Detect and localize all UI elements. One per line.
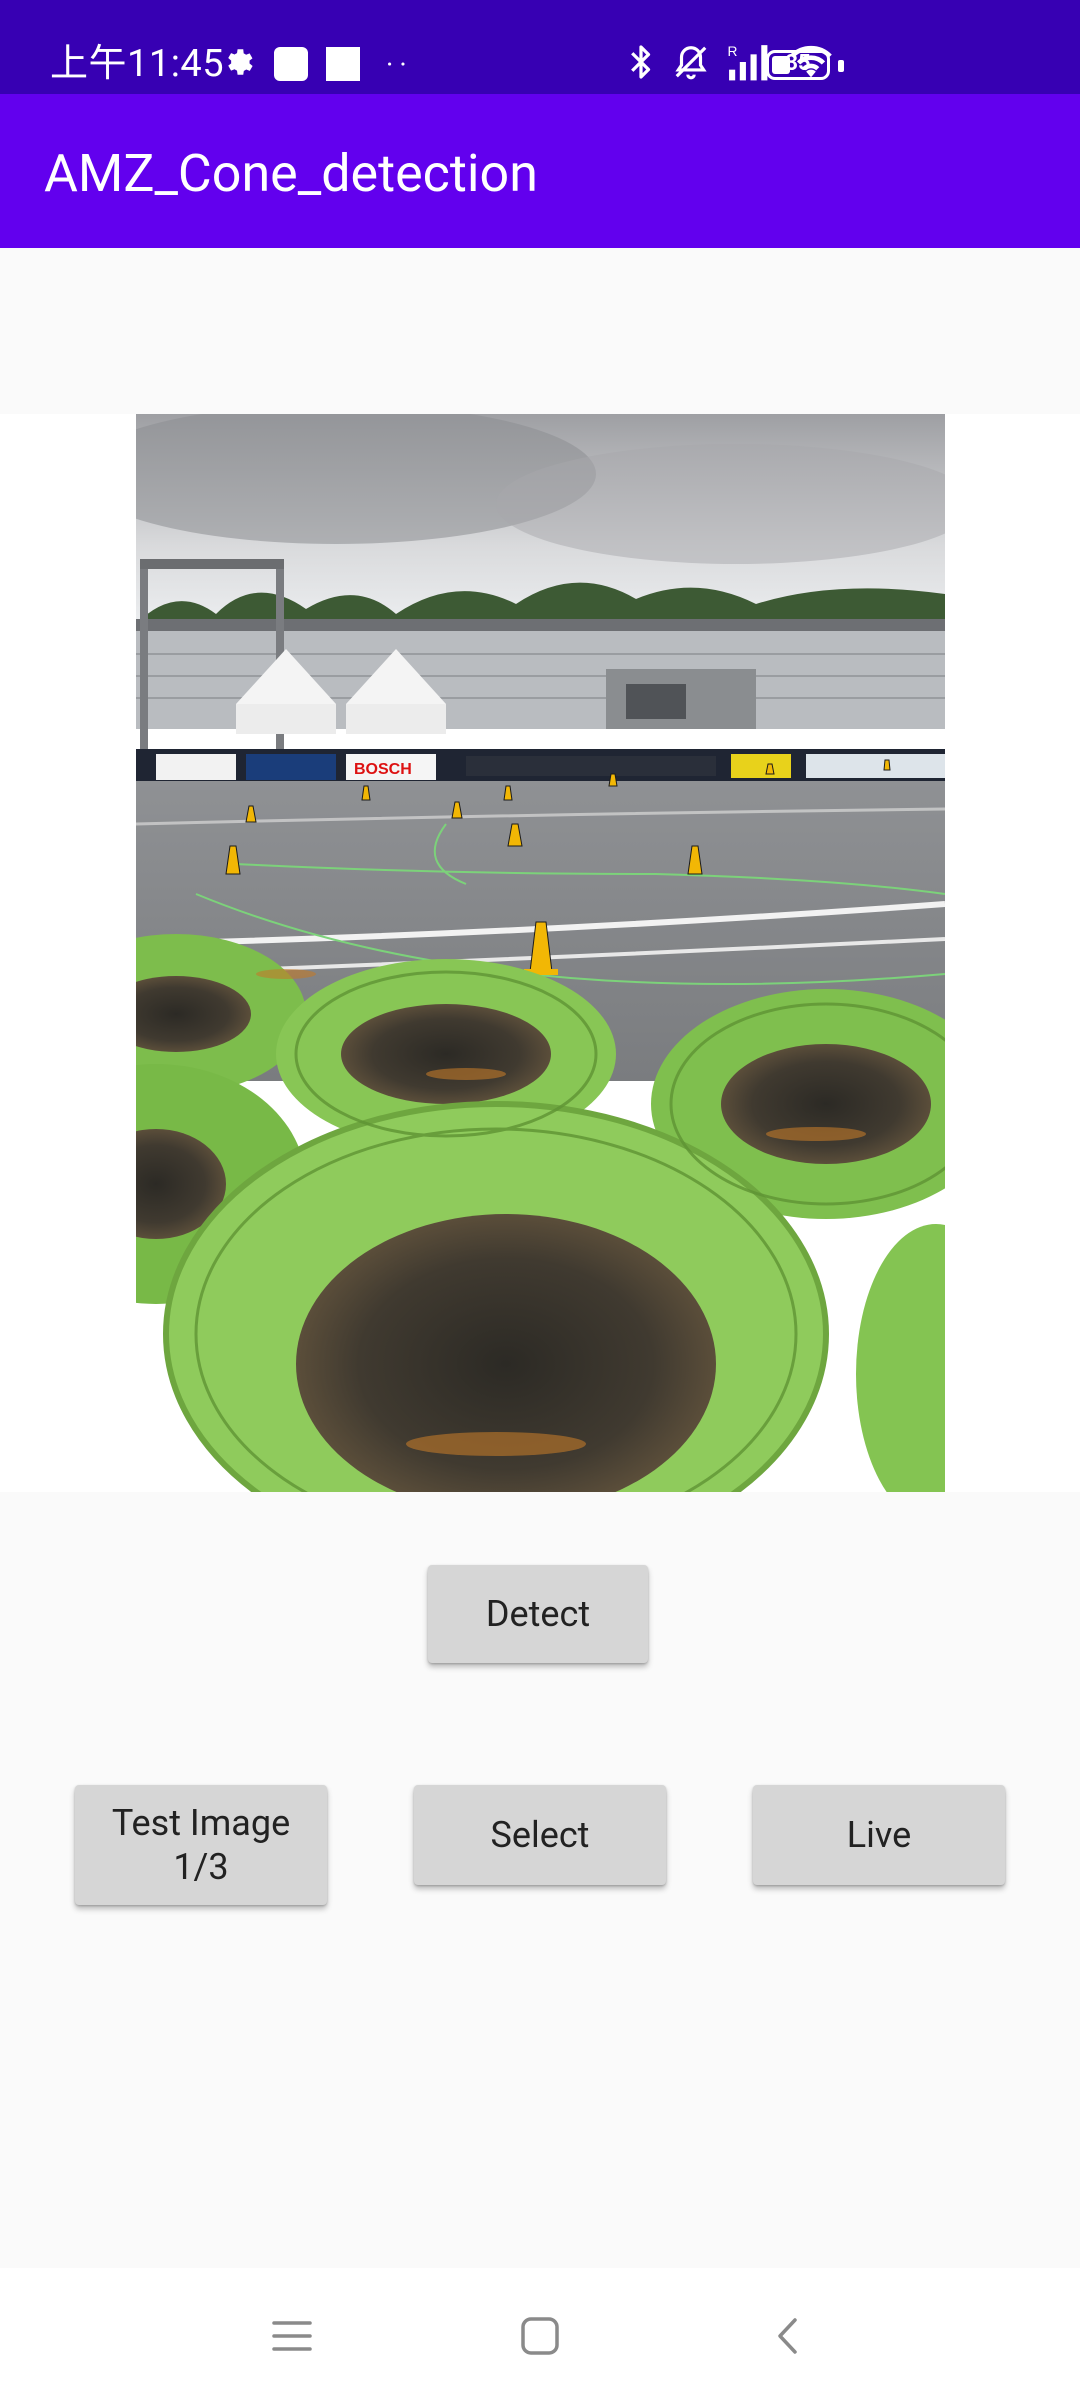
live-button[interactable]: Live [753,1785,1005,1885]
bluetooth-icon [626,42,656,86]
status-time: 上午11:45 [50,42,225,86]
navigation-bar [0,2268,1080,2400]
svg-text:R: R [728,44,738,59]
notification-square-icon [326,47,360,81]
status-left-icons: ·· [222,44,413,84]
race-track-cones-tires-photo: BOSCH [136,414,945,1492]
battery-icon: 35 [766,50,830,80]
battery-level: 35 [785,51,811,76]
back-icon[interactable] [758,2308,818,2364]
home-icon[interactable] [510,2308,570,2364]
status-bar: 上午11:45 ·· R 35 [0,0,1080,94]
silent-bell-icon [672,42,710,86]
app-bar: AMZ_Cone_detection [0,94,1080,248]
more-dots-icon: ·· [386,47,413,81]
app-title: AMZ_Cone_detection [44,143,538,204]
menu-icon[interactable] [262,2308,322,2364]
svg-text:BOSCH: BOSCH [354,761,412,778]
test-image-button[interactable]: Test Image 1/3 [75,1785,327,1905]
detect-button[interactable]: Detect [428,1565,648,1663]
test-image-counter: 1/3 [173,1846,229,1888]
test-image-label: Test Image [111,1802,291,1844]
gear-icon [222,45,256,83]
select-button[interactable]: Select [414,1785,666,1885]
notification-square-icon [274,47,308,81]
